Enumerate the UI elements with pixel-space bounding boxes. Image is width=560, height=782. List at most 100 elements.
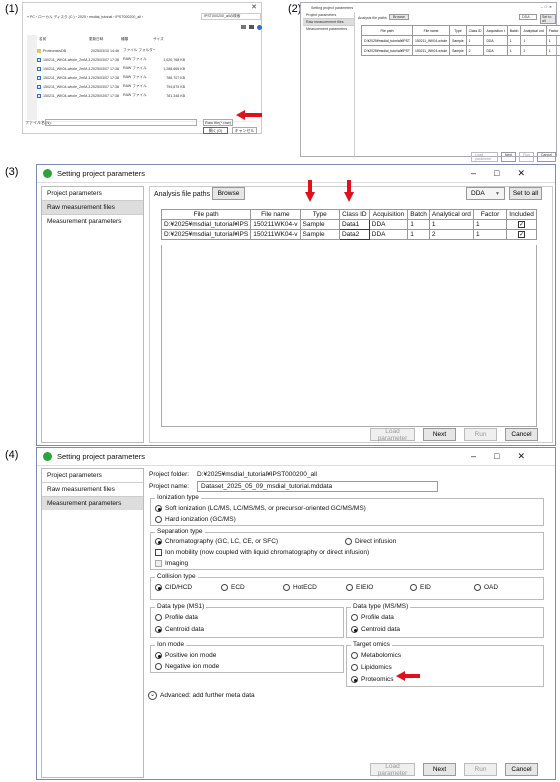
table-cell[interactable]: Sample bbox=[299, 219, 340, 230]
project-name-input[interactable]: Dataset_2025_05_09_msdial_tutorial.mddat… bbox=[197, 481, 438, 492]
window-controls[interactable]: –□✕ bbox=[471, 168, 543, 179]
table-cell[interactable]: 1 bbox=[545, 45, 560, 56]
column-header[interactable]: Factor bbox=[472, 209, 508, 220]
load-parameter-button[interactable]: Load parameter bbox=[370, 763, 415, 777]
file-row[interactable]: 150211_WK04-whole_2mM-3.raw2025/03/07 17… bbox=[37, 73, 212, 82]
col-type[interactable]: 種類 bbox=[121, 37, 153, 42]
col-name[interactable]: 名前 bbox=[39, 37, 89, 42]
ion-mobility-checkbox[interactable]: Ion mobility (now coupled with liquid ch… bbox=[155, 549, 369, 556]
column-header[interactable]: Factor bbox=[545, 25, 560, 36]
table-cell[interactable]: 1 bbox=[428, 219, 474, 230]
hard-ionization-radio[interactable]: Hard ionization (GC/MS) bbox=[155, 516, 236, 523]
table-row[interactable]: D:¥2025¥msdial_tutorial¥IPST 150211_WK04-… bbox=[361, 45, 560, 56]
file-row[interactable]: ProteomicsDB 2025/03/10 14:46 ファイル フォルダー bbox=[37, 46, 212, 55]
side-item-project[interactable]: Project parameters bbox=[42, 187, 143, 201]
msms-centroid-radio[interactable]: Centroid data bbox=[351, 626, 400, 633]
pane-icon[interactable] bbox=[249, 25, 254, 29]
advanced-expander[interactable]: ⌄ Advanced: add further meta data bbox=[148, 691, 255, 700]
column-header[interactable]: Type bbox=[449, 25, 467, 36]
table-row[interactable]: D:¥2025¥msdial_tutorial¥IPS 150211WK04-v S… bbox=[160, 229, 537, 240]
metabolomics-radio[interactable]: Metabolomics bbox=[351, 652, 401, 659]
table-cell[interactable]: 2 bbox=[520, 45, 547, 56]
table-cell[interactable]: 1 bbox=[407, 219, 430, 230]
browse-button[interactable]: Browse bbox=[389, 14, 409, 20]
table-cell[interactable]: 1 bbox=[506, 45, 522, 56]
table-cell[interactable]: D:¥2025¥msdial_tutorial¥IPS bbox=[160, 229, 252, 240]
side-item-raw[interactable]: Raw measurement files bbox=[42, 201, 143, 215]
column-header[interactable]: Acquisition bbox=[368, 209, 409, 220]
column-header[interactable]: Analytical ord bbox=[428, 209, 474, 220]
close-icon[interactable]: ✕ bbox=[251, 3, 257, 11]
col-size[interactable]: サイズ bbox=[153, 37, 183, 42]
dda-select[interactable]: DDA bbox=[519, 14, 537, 20]
table-cell[interactable]: 1 bbox=[465, 35, 485, 46]
column-header[interactable]: Batch bbox=[506, 25, 522, 36]
column-header[interactable]: File path bbox=[361, 25, 413, 36]
next-button[interactable]: Next bbox=[423, 428, 456, 441]
column-header[interactable]: Analytical ord bbox=[520, 25, 547, 36]
breadcrumb[interactable]: « PC › ローカル ディスク (C:) › 2025 › msdial_tu… bbox=[27, 15, 177, 20]
column-header[interactable]: File path bbox=[160, 209, 252, 220]
table-cell[interactable]: 150211_WK04-whole bbox=[411, 45, 451, 56]
collision-eid-radio[interactable]: EID bbox=[410, 584, 431, 591]
msms-profile-radio[interactable]: Profile data bbox=[351, 614, 394, 621]
table-cell[interactable]: D:¥2025¥msdial_tutorial¥IPST bbox=[361, 35, 413, 46]
side-item-raw[interactable]: Raw measurement files bbox=[42, 483, 143, 497]
side-item-project[interactable]: Project parameters bbox=[303, 12, 354, 19]
side-item-measurement[interactable]: Measurement parameters bbox=[42, 497, 143, 510]
file-row[interactable]: 150211_WK04-whole_2mM-3.raw2025/03/07 17… bbox=[37, 64, 212, 73]
negative-mode-radio[interactable]: Negative ion mode bbox=[155, 663, 219, 670]
table-cell[interactable]: DDA bbox=[483, 35, 508, 46]
next-button[interactable]: Next bbox=[500, 152, 517, 162]
proteomics-radio[interactable]: Proteomics bbox=[351, 676, 394, 683]
table-cell[interactable]: D:¥2025¥msdial_tutorial¥IPS bbox=[160, 219, 252, 230]
table-cell[interactable]: 150211WK04-v bbox=[250, 219, 301, 230]
col-date[interactable]: 更新日時 bbox=[89, 37, 121, 42]
filename-input[interactable] bbox=[45, 119, 197, 126]
table-cell[interactable]: Data2 bbox=[338, 229, 370, 240]
open-button[interactable]: 開く(O) bbox=[203, 127, 228, 134]
run-button[interactable]: Run bbox=[464, 428, 497, 441]
table-cell[interactable]: 2 bbox=[428, 229, 474, 240]
file-row[interactable]: 150211_WK04-whole_2mM-3.raw2025/03/07 17… bbox=[37, 91, 212, 100]
included-checkbox[interactable]: ✓ bbox=[506, 219, 537, 230]
table-cell[interactable]: DDA bbox=[368, 229, 409, 240]
soft-ionization-radio[interactable]: Soft ionization (LC/MS, LC/MS/MS, or pre… bbox=[155, 505, 366, 512]
help-icon[interactable] bbox=[257, 25, 262, 30]
table-cell[interactable]: D:¥2025¥msdial_tutorial¥IPST bbox=[361, 45, 413, 56]
table-cell[interactable]: 1 bbox=[520, 35, 547, 46]
column-header[interactable]: File name bbox=[250, 209, 301, 220]
dda-select[interactable]: DDA ▼ bbox=[466, 187, 505, 200]
table-cell[interactable]: 1 bbox=[407, 229, 430, 240]
window-controls[interactable]: –□✕ bbox=[471, 451, 543, 462]
table-cell[interactable]: DDA bbox=[483, 45, 508, 56]
view-icon[interactable] bbox=[241, 25, 246, 29]
run-button[interactable]: Run bbox=[464, 763, 497, 776]
table-cell[interactable]: Sample bbox=[449, 35, 467, 46]
side-item-measurement[interactable]: Measurement parameters bbox=[42, 215, 143, 228]
ms1-profile-radio[interactable]: Profile data bbox=[155, 614, 198, 621]
ms1-centroid-radio[interactable]: Centroid data bbox=[155, 626, 204, 633]
set-all-button[interactable]: Set to all bbox=[509, 187, 542, 200]
load-parameter-button[interactable]: Load parameter bbox=[471, 152, 498, 162]
table-row[interactable]: D:¥2025¥msdial_tutorial¥IPS 150211WK04-v S… bbox=[160, 219, 537, 230]
column-header[interactable]: Batch bbox=[407, 209, 430, 220]
direct-infusion-radio[interactable]: Direct infusion bbox=[345, 538, 396, 545]
cancel-button[interactable]: Cancel bbox=[505, 428, 538, 441]
column-header[interactable]: Class ID bbox=[465, 25, 485, 36]
nav-pane[interactable] bbox=[27, 35, 37, 120]
collision-cid-radio[interactable]: CID/HCD bbox=[155, 584, 192, 591]
collision-eieio-radio[interactable]: EIEIO bbox=[346, 584, 373, 591]
table-cell[interactable]: 1 bbox=[472, 219, 508, 230]
table-cell[interactable]: 2 bbox=[465, 45, 485, 56]
table-cell[interactable]: Sample bbox=[449, 45, 467, 56]
browse-button[interactable]: Browse bbox=[212, 187, 245, 200]
cancel-button[interactable]: キャンセル bbox=[232, 127, 257, 134]
search-input[interactable]: IPST000200_allの検索 bbox=[201, 13, 261, 20]
included-checkbox[interactable]: ✓ bbox=[506, 229, 537, 240]
next-button[interactable]: Next bbox=[423, 763, 456, 776]
imaging-checkbox[interactable]: Imaging bbox=[155, 560, 188, 567]
column-header[interactable]: Acquisition t bbox=[483, 25, 508, 36]
side-item-raw[interactable]: Raw measurement files bbox=[303, 19, 354, 26]
collision-hotecd-radio[interactable]: HotECD bbox=[283, 584, 317, 591]
